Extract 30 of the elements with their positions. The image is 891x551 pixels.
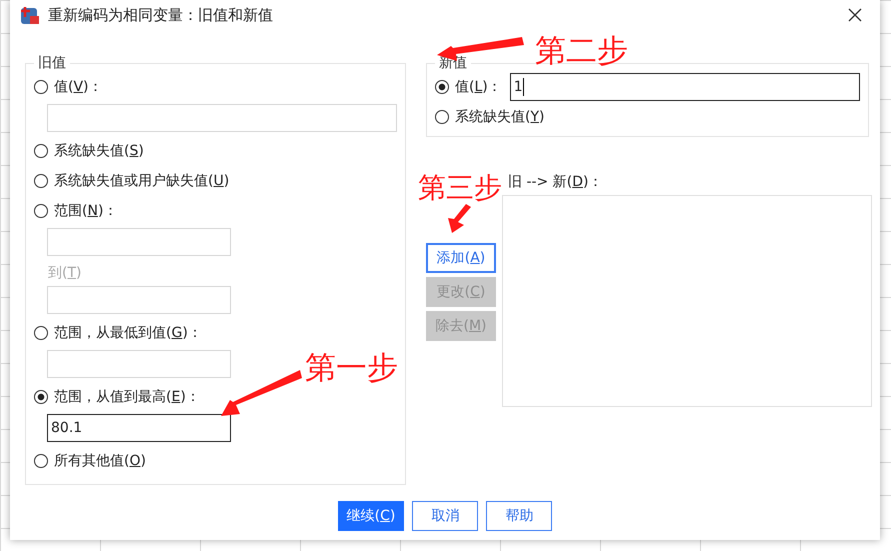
radio-option[interactable]: 范围，从值到最高(E)： — [34, 382, 397, 412]
app-icon — [20, 5, 40, 25]
field-label: 到(T) — [48, 264, 82, 282]
radio-option[interactable]: 范围，从最低到值(G)： — [34, 318, 397, 348]
input-field[interactable] — [47, 228, 231, 256]
list-label: 旧 --> 新(D)： — [508, 173, 604, 191]
input-field[interactable] — [47, 286, 231, 314]
radio-option[interactable]: 值(L)： — [435, 72, 502, 102]
action-button[interactable]: 添加(A) — [426, 243, 496, 273]
radio-option[interactable]: 值(V)： — [34, 72, 397, 102]
radio-option[interactable]: 范围(N)： — [34, 196, 397, 226]
arrow — [448, 204, 471, 233]
radio-option[interactable]: 所有其他值(O) — [34, 446, 397, 476]
window-title: 重新编码为相同变量：旧值和新值 — [48, 6, 274, 24]
input-field[interactable] — [47, 104, 397, 132]
group-title: 旧值 — [37, 54, 67, 72]
dialog-button[interactable]: 继续(C) — [338, 501, 404, 531]
annotation-text: 第三步 — [418, 174, 502, 202]
input-field[interactable] — [47, 350, 231, 378]
annotation-text: 第二步 — [535, 36, 628, 67]
radio-option[interactable]: 系统缺失值(Y) — [435, 102, 544, 132]
close-icon — [848, 8, 862, 22]
input-field[interactable]: 80.1 — [47, 414, 231, 442]
annotation-text: 第一步 — [305, 353, 398, 384]
input-field[interactable]: 1 — [510, 73, 860, 101]
radio-option[interactable]: 系统缺失值(S) — [34, 136, 397, 166]
dialog-button[interactable]: 取消 — [412, 501, 478, 531]
mapping-list[interactable] — [502, 195, 872, 407]
dialog-button[interactable]: 帮助 — [486, 501, 552, 531]
radio-option[interactable]: 系统缺失值或用户缺失值(U) — [34, 166, 397, 196]
